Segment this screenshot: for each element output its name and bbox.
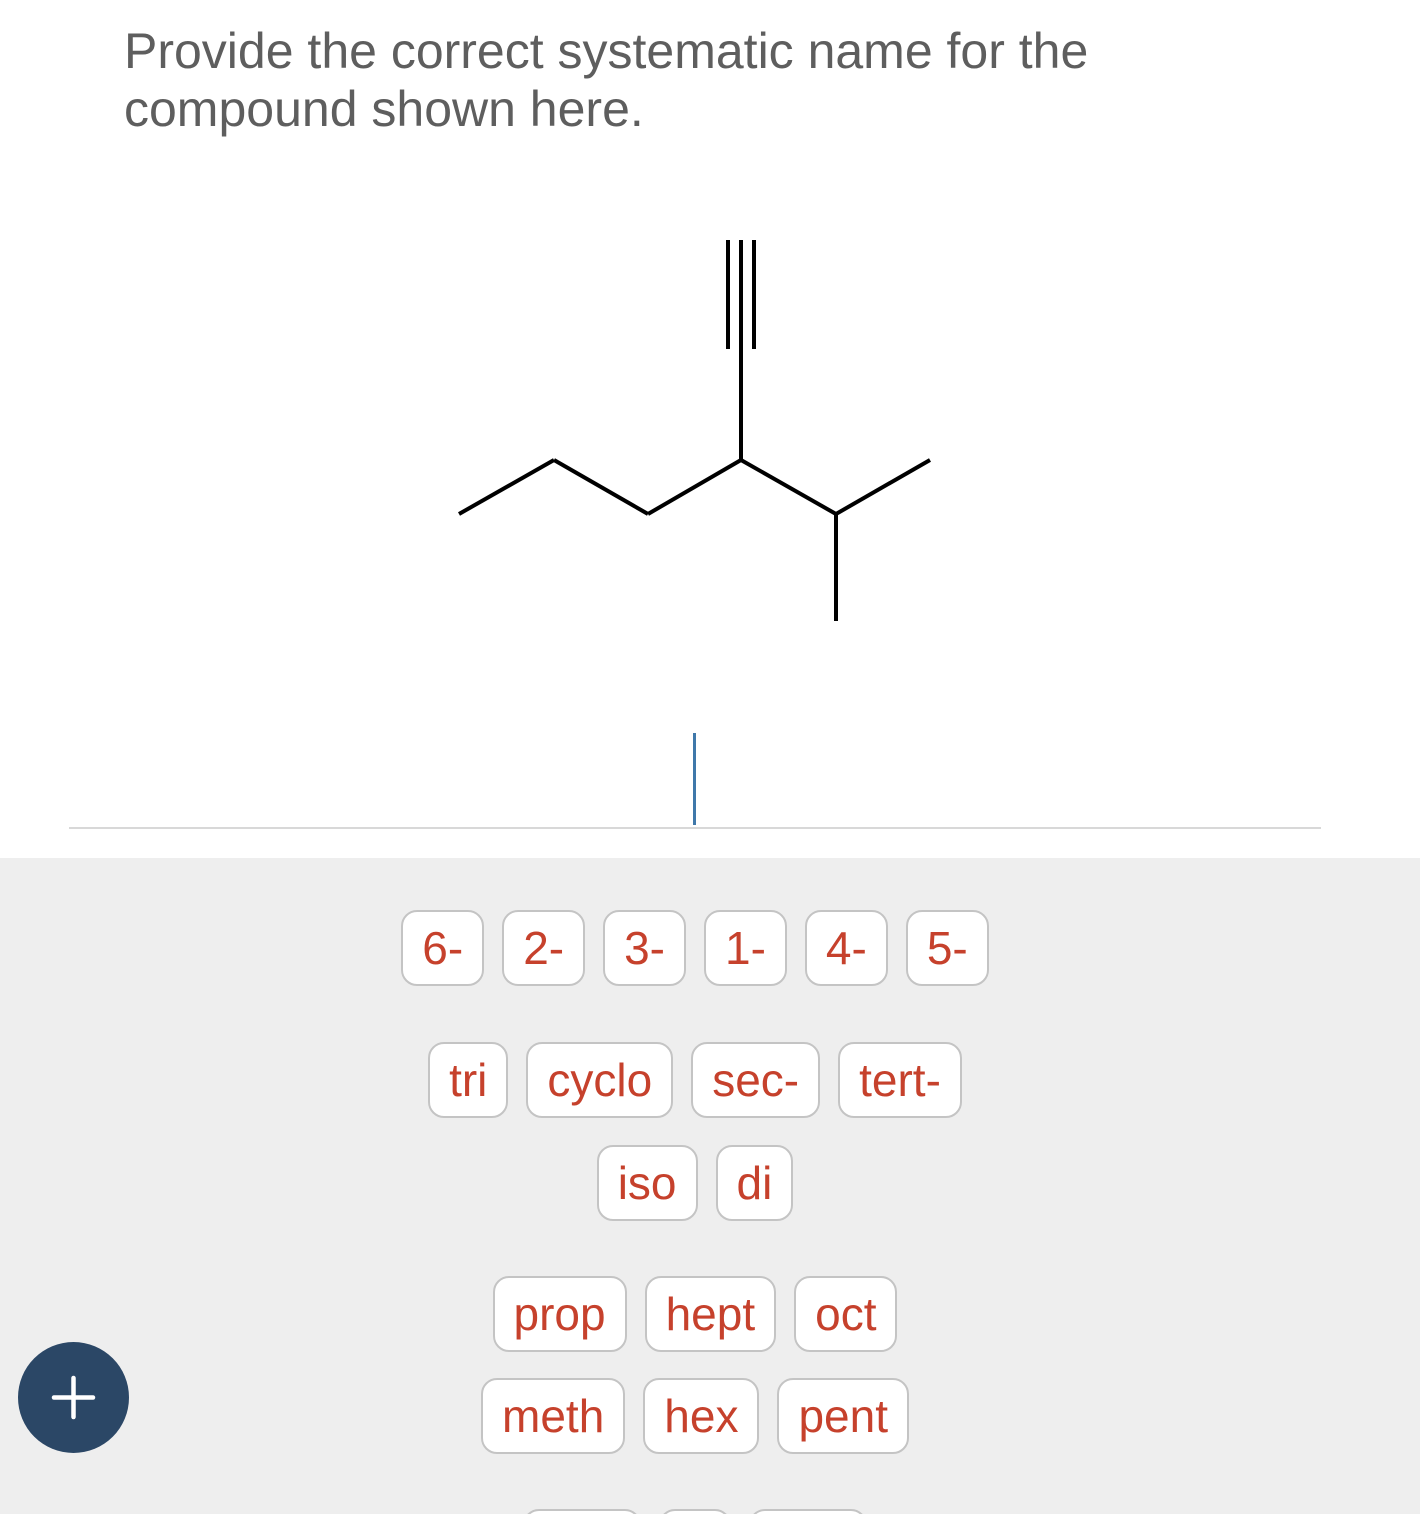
prefix-row-2: iso di bbox=[0, 1145, 1405, 1221]
bond-isopropyl-methyl-a bbox=[835, 458, 931, 516]
text-cursor bbox=[693, 733, 696, 825]
tile-prefix-tert[interactable]: tert- bbox=[838, 1042, 962, 1118]
molecule-structure bbox=[458, 240, 931, 621]
add-button[interactable] bbox=[18, 1342, 129, 1453]
root-row-2: meth hex pent bbox=[0, 1378, 1405, 1454]
tile-prefix-tri[interactable]: tri bbox=[428, 1042, 509, 1118]
bond-ethyl-ch2 bbox=[553, 458, 649, 516]
answer-input-area[interactable] bbox=[69, 700, 1321, 829]
tile-root-meth[interactable]: meth bbox=[481, 1378, 626, 1454]
locant-row: 6- 2- 3- 1- 4- 5- bbox=[0, 910, 1405, 986]
root-row-3-partial bbox=[0, 1509, 1405, 1514]
tile-root-hex[interactable]: hex bbox=[643, 1378, 760, 1454]
tile-prefix-di[interactable]: di bbox=[715, 1145, 794, 1221]
root-row-1: prop hept oct bbox=[0, 1276, 1405, 1352]
tile-locant-1[interactable]: 1- bbox=[704, 910, 787, 986]
bond-ch2-branch bbox=[646, 458, 743, 516]
tile-locant-6[interactable]: 6- bbox=[401, 910, 485, 986]
tile-root-prop[interactable]: prop bbox=[492, 1276, 627, 1352]
tile-partially-visible[interactable] bbox=[749, 1509, 867, 1514]
bond-ethyl-terminal bbox=[458, 458, 555, 516]
tile-locant-5[interactable]: 5- bbox=[905, 910, 989, 986]
tile-partially-visible[interactable] bbox=[659, 1509, 731, 1514]
tile-prefix-sec[interactable]: sec- bbox=[691, 1042, 821, 1118]
plus-icon bbox=[51, 1375, 96, 1420]
tile-partially-visible[interactable] bbox=[523, 1509, 641, 1514]
answer-tile-palette: 6- 2- 3- 1- 4- 5- tri cyclo sec- tert- i… bbox=[0, 858, 1420, 1514]
tile-prefix-iso[interactable]: iso bbox=[596, 1145, 698, 1221]
tile-prefix-cyclo[interactable]: cyclo bbox=[526, 1042, 674, 1118]
tile-locant-4[interactable]: 4- bbox=[804, 910, 888, 986]
bond-branch-to-isopropyl bbox=[740, 458, 837, 516]
tile-locant-3[interactable]: 3- bbox=[603, 910, 686, 986]
prefix-row-1: tri cyclo sec- tert- bbox=[0, 1042, 1405, 1118]
tile-root-oct[interactable]: oct bbox=[794, 1276, 898, 1352]
tile-locant-2[interactable]: 2- bbox=[502, 910, 586, 986]
tile-root-pent[interactable]: pent bbox=[777, 1378, 909, 1454]
tile-root-hept[interactable]: hept bbox=[644, 1276, 777, 1352]
